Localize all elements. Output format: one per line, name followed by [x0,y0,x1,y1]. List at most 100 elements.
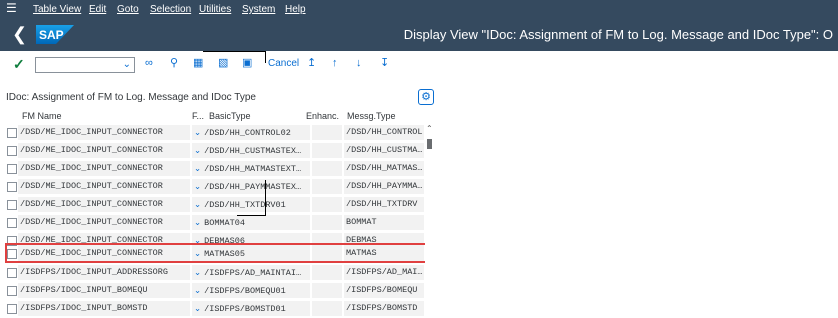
glasses-icon[interactable]: ∞ [145,56,153,70]
menu-bar: ☰ Table View Edit Goto Selection Utiliti… [0,0,838,18]
enhancement-cell [312,197,342,212]
col-header-messg-type[interactable]: Messg.Type [347,108,396,124]
basic-type-value: /DSD/HH_CUSTMASTEX… [204,146,302,156]
enhancement-cell [312,265,342,280]
hamburger-menu-icon[interactable]: ☰ [6,2,17,15]
col-header-fm-name[interactable]: FM Name [22,108,62,124]
toolbar: ✓ ⌄ ∞ ⚲ ▦ ▧ ▣ Cancel ↥ ↑ ↓ ↧ [0,51,838,77]
table-row[interactable]: /DSD/ME_IDOC_INPUT_CONNECTOR ⌄ BOMMAT04 B… [4,214,430,231]
table-row[interactable]: /DSD/ME_IDOC_INPUT_CONNECTOR ⌄ /DSD/HH_PA… [4,178,430,195]
cancel-button[interactable]: Cancel [268,58,299,70]
message-type-cell: /DSD/HH_TXTDRV [344,197,424,212]
fm-name-cell: /DSD/ME_IDOC_INPUT_CONNECTOR [18,215,190,230]
message-type-cell: /ISDFPS/BOMSTD [344,301,424,316]
enhancement-cell [312,215,342,230]
chevron-down-icon[interactable]: ⌄ [194,217,201,227]
menu-utilities[interactable]: Utilities [199,4,231,15]
last-page-icon[interactable]: ↧ [380,56,389,70]
enhancement-cell [312,125,342,140]
table-row[interactable]: /DSD/ME_IDOC_INPUT_CONNECTOR ⌄/DSD/HH_CO… [4,124,430,141]
enhancement-cell [312,143,342,158]
back-icon[interactable]: ❮ [12,24,27,44]
enhancement-cell [312,179,342,194]
row-select-checkbox[interactable] [7,268,17,278]
table-title: IDoc: Assignment of FM to Log. Message a… [6,92,256,103]
menu-selection[interactable]: Selection [150,4,191,15]
select-all-icon[interactable]: ▦ [193,56,203,70]
basic-type-cell[interactable]: ⌄/DSD/HH_CUSTMASTEX… [192,143,310,158]
chevron-down-icon[interactable]: ⌄ [194,199,201,209]
col-header-enhanc[interactable]: Enhanc. [306,108,339,124]
chevron-down-icon[interactable]: ⌄ [194,303,201,313]
row-highlight-box [5,243,428,263]
menu-table-view[interactable]: Table View [33,4,81,15]
command-field[interactable]: ⌄ [35,57,135,73]
basic-type-cell[interactable]: ⌄ BOMMAT04 [192,215,310,230]
fm-name-cell: /DSD/ME_IDOC_INPUT_CONNECTOR [18,197,190,212]
menu-system[interactable]: System [242,4,275,15]
fm-name-cell: /ISDFPS/IDOC_INPUT_ADDRESSORG [18,265,190,280]
enhancement-cell [312,301,342,316]
fm-name-cell: /ISDFPS/IDOC_INPUT_BOMSTD [18,301,190,316]
row-select-checkbox[interactable] [7,218,17,228]
page-title: Display View "IDoc: Assignment of FM to … [403,27,833,42]
basic-type-value: /DSD/HH_MATMASTEXT… [204,164,302,174]
table-row[interactable]: /DSD/ME_IDOC_INPUT_CONNECTOR ⌄ /DSD/HH_TX… [4,196,430,213]
message-type-cell: /DSD/HH_CONTROL [344,125,424,140]
row-select-checkbox[interactable] [7,200,17,210]
basic-type-cell[interactable]: ⌄/ISDFPS/AD_MAINTAI… [192,265,310,280]
message-type-cell: /ISDFPS/BOMEQU [344,283,424,298]
col-header-basic-type[interactable]: BasicType [209,108,251,124]
annotation-line [203,51,266,63]
scroll-up-icon[interactable]: ⌃ [426,124,433,134]
table-row[interactable]: /ISDFPS/IDOC_INPUT_ADDRESSORG ⌄/ISDFPS/A… [4,264,430,281]
fm-name-cell: /DSD/ME_IDOC_INPUT_CONNECTOR [18,161,190,176]
first-page-icon[interactable]: ↥ [307,56,316,70]
row-select-checkbox[interactable] [7,164,17,174]
table-row[interactable]: /DSD/ME_IDOC_INPUT_CONNECTOR ⌄/DSD/HH_MA… [4,160,430,177]
scrollbar-thumb[interactable] [427,139,432,149]
menu-goto[interactable]: Goto [117,4,139,15]
menu-help[interactable]: Help [285,4,306,15]
chevron-down-icon[interactable]: ⌄ [194,163,201,173]
basic-type-value: /ISDFPS/BOMSTD01 [204,304,286,314]
check-icon[interactable]: ✓ [13,56,25,72]
chevron-down-icon[interactable]: ⌄ [194,181,201,191]
table-row[interactable]: /ISDFPS/IDOC_INPUT_BOMSTD ⌄/ISDFPS/BOMST… [4,300,430,317]
title-bar: ❮ SAP Display View "IDoc: Assignment of … [0,18,838,51]
basic-type-value: /ISDFPS/AD_MAINTAI… [204,268,302,278]
message-type-cell: /ISDFPS/AD_MAI… [344,265,424,280]
basic-type-cell[interactable]: ⌄/ISDFPS/BOMEQU01 [192,283,310,298]
vertical-scrollbar[interactable]: ⌃ [425,124,434,314]
previous-page-icon[interactable]: ↑ [332,56,338,70]
svg-text:SAP: SAP [39,28,64,42]
magnifier-icon[interactable]: ⚲ [170,56,178,70]
row-select-checkbox[interactable] [7,128,17,138]
basic-type-value: /DSD/HH_CONTROL02 [204,128,291,138]
table-row[interactable]: /DSD/ME_IDOC_INPUT_CONNECTOR ⌄/DSD/HH_CU… [4,142,430,159]
basic-type-value: BOMMAT04 [204,218,245,228]
chevron-down-icon[interactable]: ⌄ [123,58,131,72]
basic-type-cell[interactable]: ⌄/DSD/HH_CONTROL02 [192,125,310,140]
message-type-cell: /DSD/HH_PAYMMA… [344,179,424,194]
annotation-line [237,180,266,216]
col-header-f[interactable]: F... [192,108,204,124]
settings-gear-icon[interactable]: ⚙ [418,89,434,105]
chevron-down-icon[interactable]: ⌄ [194,127,201,137]
row-select-checkbox[interactable] [7,304,17,314]
basic-type-cell[interactable]: ⌄/ISDFPS/BOMSTD01 [192,301,310,316]
menu-edit[interactable]: Edit [89,4,106,15]
row-select-checkbox[interactable] [7,182,17,192]
fm-name-cell: /DSD/ME_IDOC_INPUT_CONNECTOR [18,179,190,194]
basic-type-cell[interactable]: ⌄/DSD/HH_MATMASTEXT… [192,161,310,176]
chevron-down-icon[interactable]: ⌄ [194,145,201,155]
sap-logo: SAP [36,25,74,44]
basic-type-value: /ISDFPS/BOMEQU01 [204,286,286,296]
row-select-checkbox[interactable] [7,146,17,156]
row-select-checkbox[interactable] [7,286,17,296]
enhancement-cell [312,161,342,176]
chevron-down-icon[interactable]: ⌄ [194,285,201,295]
next-page-icon[interactable]: ↓ [356,56,362,70]
chevron-down-icon[interactable]: ⌄ [194,267,201,277]
table-row[interactable]: /ISDFPS/IDOC_INPUT_BOMEQU ⌄/ISDFPS/BOMEQ… [4,282,430,299]
